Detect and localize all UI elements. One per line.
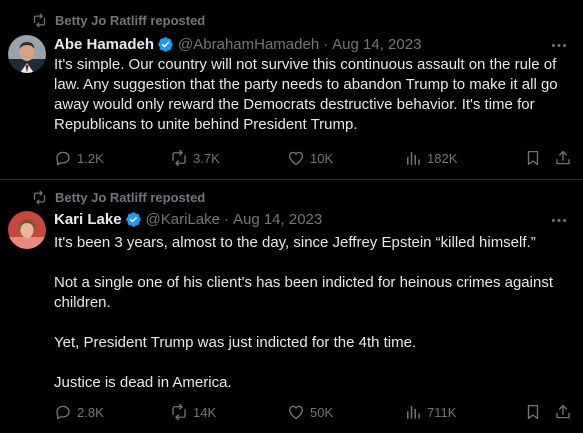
reply-icon bbox=[56, 405, 70, 420]
more-options-icon bbox=[551, 218, 567, 222]
share-button[interactable] bbox=[554, 148, 572, 168]
tweet-paragraph: Not a single one of his client's has bee… bbox=[54, 274, 553, 311]
action-bar: 1.2K 3.7K 10K 182K bbox=[54, 148, 574, 168]
timeline-feed: Betty Jo Ratliff reposted Abe Hamadeh @A… bbox=[0, 0, 583, 433]
views-button[interactable]: 182K bbox=[404, 148, 457, 168]
repost-icon bbox=[33, 13, 46, 27]
repost-label: Betty Jo Ratliff reposted bbox=[55, 12, 206, 28]
repost-label: Betty Jo Ratliff reposted bbox=[55, 189, 206, 205]
views-icon bbox=[407, 406, 420, 419]
repost-indicator[interactable]: Betty Jo Ratliff reposted bbox=[32, 189, 205, 205]
like-icon bbox=[288, 405, 304, 420]
bookmark-button[interactable] bbox=[524, 402, 542, 422]
share-button[interactable] bbox=[554, 402, 572, 422]
like-icon bbox=[288, 151, 304, 166]
view-count: 182K bbox=[427, 150, 458, 166]
verified-badge-icon bbox=[158, 36, 173, 52]
avatar[interactable] bbox=[8, 211, 46, 249]
share-icon bbox=[556, 150, 570, 165]
author-name[interactable]: Kari Lake bbox=[54, 211, 122, 228]
like-count: 10K bbox=[310, 150, 334, 166]
tweet[interactable]: Betty Jo Ratliff reposted Kari Lake @Kar… bbox=[0, 181, 583, 433]
tweet-paragraph: Yet, President Trump was just indicted f… bbox=[54, 334, 417, 351]
more-options-button[interactable] bbox=[549, 36, 569, 54]
share-icon bbox=[556, 404, 570, 419]
reply-button[interactable]: 1.2K bbox=[54, 148, 104, 168]
repost-count: 14K bbox=[193, 404, 217, 420]
like-button[interactable]: 10K bbox=[287, 148, 333, 168]
author-handle[interactable]: @KariLake bbox=[146, 211, 220, 228]
tweet-date[interactable]: Aug 14, 2023 bbox=[332, 36, 421, 53]
views-icon bbox=[407, 152, 420, 165]
reply-count: 2.8K bbox=[77, 404, 104, 420]
more-options-button[interactable] bbox=[549, 211, 569, 229]
tweet-text: It's been 3 years, almost to the day, si… bbox=[54, 233, 569, 393]
bookmark-button[interactable] bbox=[524, 148, 542, 168]
repost-icon bbox=[33, 190, 46, 204]
tweet-paragraph: Justice is dead in America. bbox=[54, 374, 232, 391]
tweet-header: Kari Lake @KariLake · Aug 14, 2023 bbox=[54, 209, 543, 229]
views-button[interactable]: 711K bbox=[404, 402, 456, 422]
tweet-text: It's simple. Our country will not surviv… bbox=[54, 55, 569, 135]
reply-count: 1.2K bbox=[77, 150, 104, 166]
repost-count: 3.7K bbox=[193, 150, 220, 166]
separator: · bbox=[223, 210, 229, 228]
repost-indicator[interactable]: Betty Jo Ratliff reposted bbox=[32, 12, 205, 28]
like-count: 50K bbox=[310, 404, 334, 420]
author-handle[interactable]: @AbrahamHamadeh bbox=[178, 36, 319, 53]
tweet-date[interactable]: Aug 14, 2023 bbox=[233, 211, 322, 228]
more-options-icon bbox=[551, 43, 567, 47]
repost-button[interactable]: 3.7K bbox=[170, 148, 220, 168]
author-name[interactable]: Abe Hamadeh bbox=[54, 36, 154, 53]
tweet-header: Abe Hamadeh @AbrahamHamadeh · Aug 14, 20… bbox=[54, 34, 543, 54]
bookmark-icon bbox=[527, 404, 539, 420]
repost-icon bbox=[172, 403, 186, 421]
tweet-paragraph: It's been 3 years, almost to the day, si… bbox=[54, 234, 536, 251]
reply-button[interactable]: 2.8K bbox=[54, 402, 104, 422]
bookmark-icon bbox=[527, 150, 539, 166]
view-count: 711K bbox=[427, 404, 457, 420]
repost-button[interactable]: 14K bbox=[170, 402, 216, 422]
like-button[interactable]: 50K bbox=[287, 402, 333, 422]
tweet[interactable]: Betty Jo Ratliff reposted Abe Hamadeh @A… bbox=[0, 0, 583, 180]
verified-badge-icon bbox=[125, 211, 141, 227]
avatar[interactable] bbox=[8, 35, 46, 73]
action-bar: 2.8K 14K 50K 711K bbox=[54, 402, 574, 422]
reply-icon bbox=[56, 151, 70, 166]
repost-icon bbox=[172, 149, 186, 167]
tweet-paragraph: It's simple. Our country will not surviv… bbox=[54, 56, 558, 133]
separator: · bbox=[323, 35, 329, 53]
